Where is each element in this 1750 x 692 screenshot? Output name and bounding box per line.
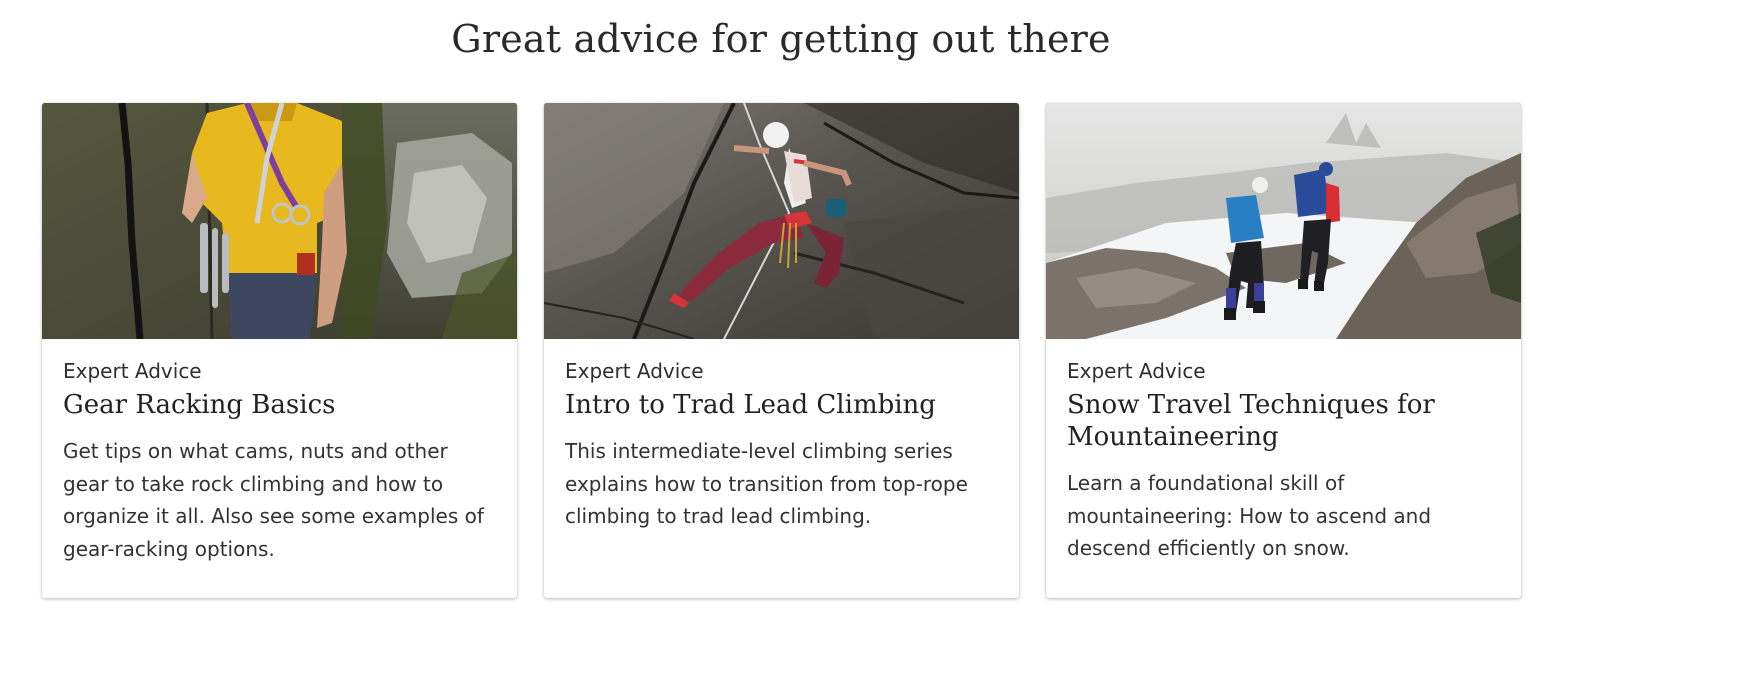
advice-card-list: Expert Advice Gear Racking Basics Get ti… (42, 103, 1521, 598)
card-description: Learn a foundational skill of mountainee… (1067, 471, 1432, 560)
hikers-on-snow-photo[interactable] (1046, 103, 1521, 339)
card-category: Expert Advice (63, 359, 202, 383)
card-description: Get tips on what cams, nuts and other ge… (63, 439, 484, 561)
climber-with-gear-rack-photo[interactable] (42, 103, 517, 339)
section-title: Great advice for getting out there (451, 17, 1111, 61)
advice-card-gear-racking[interactable]: Expert Advice Gear Racking Basics Get ti… (42, 103, 517, 598)
card-category: Expert Advice (565, 359, 704, 383)
woman-lead-climbing-photo[interactable] (544, 103, 1019, 339)
advice-card-snow-travel[interactable]: Expert Advice Snow Travel Techniques for… (1046, 103, 1521, 598)
advice-card-trad-lead[interactable]: Expert Advice Intro to Trad Lead Climbin… (544, 103, 1019, 598)
card-title-link[interactable]: Gear Racking Basics (63, 389, 496, 421)
card-category: Expert Advice (1067, 359, 1206, 383)
card-title-link[interactable]: Intro to Trad Lead Climbing (565, 389, 998, 421)
card-description: This intermediate-level climbing series … (565, 439, 968, 528)
card-title-link[interactable]: Snow Travel Techniques for Mountaineerin… (1067, 389, 1500, 453)
